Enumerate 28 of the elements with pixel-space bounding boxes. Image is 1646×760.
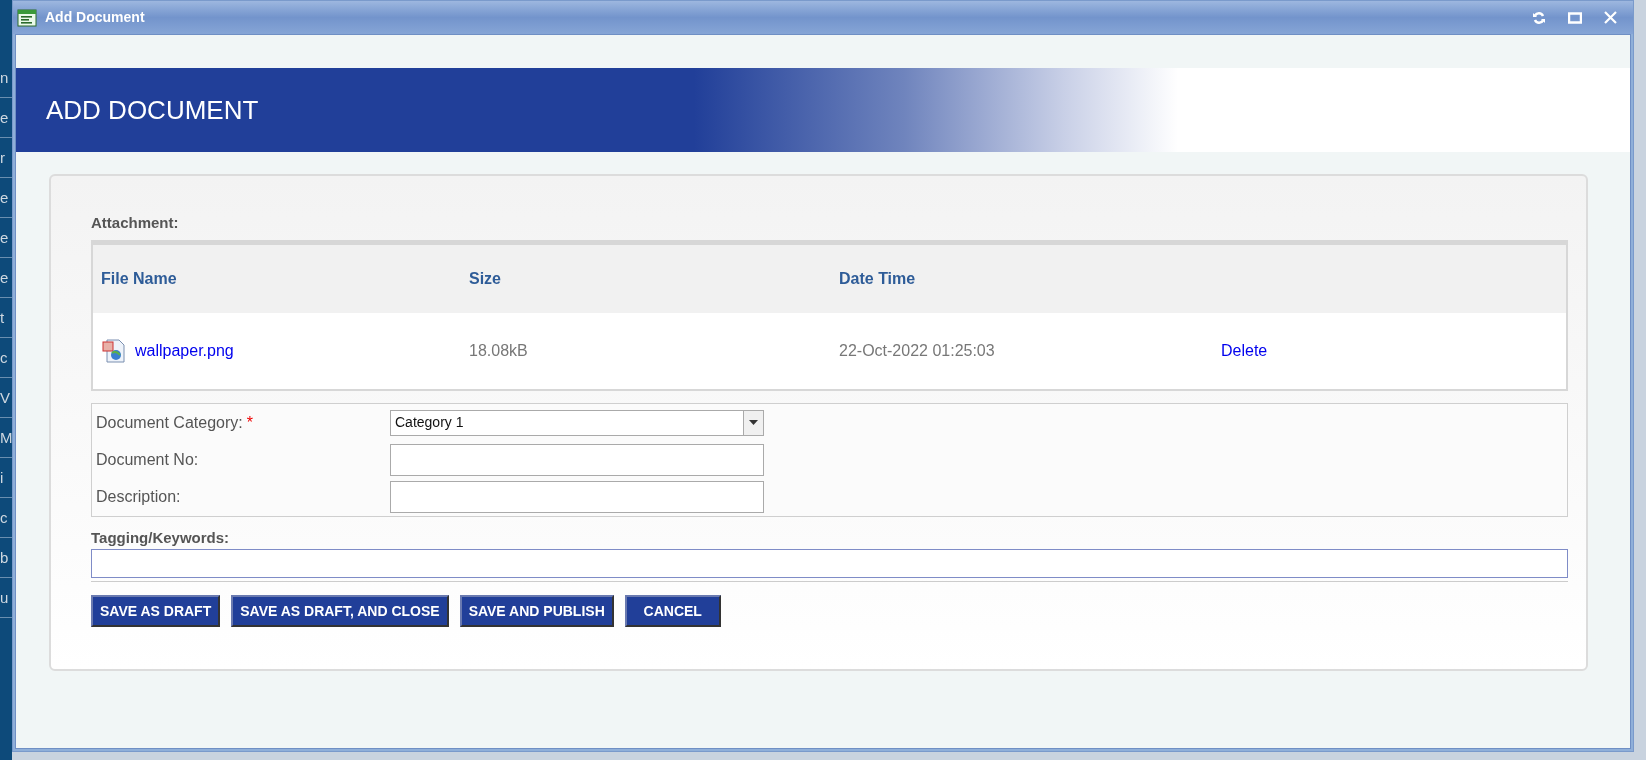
text-input[interactable] [390,480,764,513]
close-icon[interactable] [1604,11,1617,24]
file-date-time: 22-Oct-2022 01:25:03 [838,340,996,361]
attachment-label: Attachment: [91,213,180,233]
action-button[interactable]: SAVE AS DRAFT [91,595,221,627]
action-button[interactable]: SAVE AND PUBLISH [459,595,614,627]
dropdown-arrow-icon [749,420,758,425]
column-header: File Name [100,268,178,289]
column-header: Size [468,268,502,289]
window-title: Add Document [45,8,145,27]
maximize-icon[interactable] [1568,11,1582,24]
tagging-input[interactable] [91,549,1568,578]
window-icon [17,7,37,28]
category-dropdown[interactable]: Category 1 [390,409,764,436]
action-button[interactable]: CANCEL [624,595,721,627]
image-file-icon [101,337,127,364]
page-title: ADD DOCUMENT [46,93,259,127]
field-label: Document Category: * [96,412,254,433]
field-label: Description: [96,486,182,507]
file-link[interactable]: wallpaper.png [135,338,234,363]
field-label: Document No: [96,449,200,470]
action-button[interactable]: SAVE AS DRAFT, AND CLOSE [231,595,449,627]
file-size: 18.08kB [468,340,529,361]
text-input[interactable] [390,443,764,476]
tagging-label: Tagging/Keywords: [91,527,231,548]
column-header: Date Time [838,268,917,289]
delete-link[interactable]: Delete [1221,338,1268,363]
refresh-icon[interactable] [1532,10,1546,25]
